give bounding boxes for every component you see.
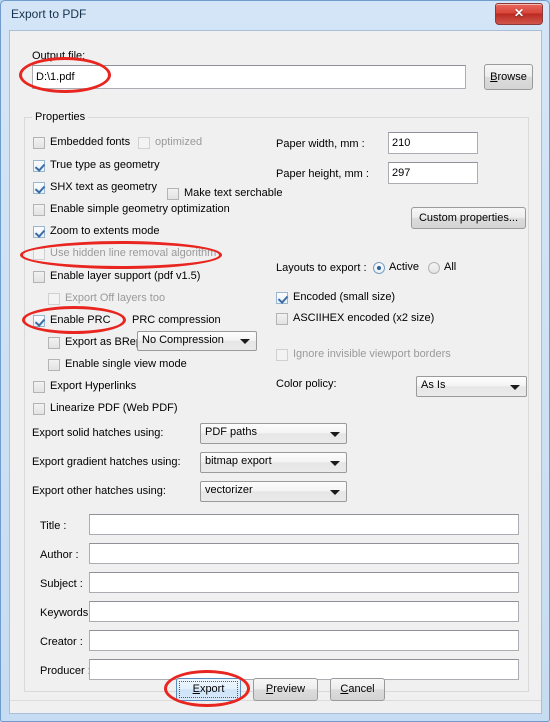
prc-compression-value: No Compression: [142, 334, 224, 346]
export-other-hatches-value: vectorizer: [205, 484, 253, 496]
checkbox-box: [276, 292, 288, 304]
checkbox-box: [33, 182, 45, 194]
chevron-down-icon: [330, 489, 340, 495]
checkbox-box: [33, 381, 45, 393]
output-file-label: Output file:: [32, 50, 86, 62]
dialog-client-area: Output file: Browse Properties Embedded …: [9, 30, 542, 714]
properties-group-title: Properties: [32, 111, 89, 123]
checkbox-label: Export Hyperlinks: [50, 380, 137, 392]
keywords-input[interactable]: [89, 601, 519, 622]
prc-compression-label: PRC compression: [132, 314, 221, 326]
focus-outline: [179, 681, 238, 698]
layouts-to-export-label: Layouts to export :: [276, 262, 367, 274]
export-to-pdf-dialog: Export to PDF ✕ Output file: Browse Prop…: [0, 0, 550, 722]
export-gradient-hatches-label: Export gradient hatches using:: [32, 456, 181, 468]
color-policy-value: As Is: [421, 379, 446, 391]
title-input[interactable]: [89, 514, 519, 535]
creator-label: Creator :: [40, 636, 83, 648]
checkbox-label: ASCIIHEX encoded (x2 size): [293, 312, 435, 324]
checkbox-label: Export Off layers too: [65, 292, 166, 304]
checkbox-label: Enable layer support (pdf v1.5): [50, 270, 201, 282]
window-title: Export to PDF: [11, 7, 87, 21]
checkbox-box: [167, 188, 179, 200]
radio-label: All: [444, 261, 457, 273]
checkbox-label: Enable single view mode: [65, 358, 187, 370]
checkbox-box: [33, 271, 45, 283]
checkbox-label: Embedded fonts: [50, 136, 131, 148]
author-input[interactable]: [89, 543, 519, 564]
export-solid-hatches-combo[interactable]: PDF paths: [200, 423, 347, 444]
checkbox-label: True type as geometry: [50, 159, 160, 171]
cancel-button-label: Cancel: [340, 683, 375, 695]
producer-label: Producer :: [40, 665, 91, 677]
chevron-down-icon: [330, 431, 340, 437]
checkbox-label: Zoom to extents mode: [50, 225, 160, 237]
paper-width-input[interactable]: [388, 132, 478, 154]
paper-height-input[interactable]: [388, 162, 478, 184]
export-gradient-hatches-combo[interactable]: bitmap export: [200, 452, 347, 473]
checkbox-box: [33, 137, 45, 149]
custom-properties-label: Custom properties...: [418, 212, 519, 224]
checkbox-label: Enable PRC: [50, 314, 111, 326]
export-other-hatches-combo[interactable]: vectorizer: [200, 481, 347, 502]
title-label: Title :: [40, 520, 67, 532]
export-solid-hatches-value: PDF paths: [205, 426, 257, 438]
preview-button-label: Preview: [265, 683, 306, 695]
subject-input[interactable]: [89, 572, 519, 593]
radio-dot: [428, 262, 440, 274]
close-x-icon: ✕: [513, 6, 525, 20]
keywords-label: Keywords :: [40, 607, 95, 619]
browse-button-label: Browse: [490, 71, 527, 83]
checkbox-box: [33, 403, 45, 415]
checkbox-box: [138, 137, 150, 149]
radio-label: Active: [389, 261, 419, 273]
checkbox-label: Make text serchable: [184, 187, 283, 199]
chevron-down-icon: [510, 384, 520, 390]
radio-dot: [373, 262, 385, 274]
export-button[interactable]: Export: [176, 678, 241, 701]
paper-height-label: Paper height, mm :: [276, 168, 369, 180]
checkbox-label: Ignore invisible viewport borders: [293, 348, 451, 360]
checkbox-label: SHX text as geometry: [50, 181, 157, 193]
checkbox-box: [276, 313, 288, 325]
paper-width-label: Paper width, mm :: [276, 138, 365, 150]
prc-compression-combo[interactable]: No Compression: [137, 331, 257, 351]
checkbox-box: [33, 248, 45, 260]
checkbox-box: [48, 293, 60, 305]
subject-label: Subject :: [40, 578, 83, 590]
chevron-down-icon: [330, 460, 340, 466]
checkbox-box: [33, 226, 45, 238]
checkbox-label: Encoded (small size): [293, 291, 396, 303]
cancel-button[interactable]: Cancel: [330, 678, 385, 701]
checkbox-label: Use hidden line removal algorithm: [50, 247, 217, 259]
checkbox-label: Export as BRep: [65, 336, 143, 348]
checkbox-box: [33, 204, 45, 216]
export-gradient-hatches-value: bitmap export: [205, 455, 272, 467]
checkbox-label: Enable simple geometry optimization: [50, 203, 230, 215]
checkbox-box: [33, 315, 45, 327]
creator-input[interactable]: [89, 630, 519, 651]
checkbox-box: [33, 160, 45, 172]
color-policy-combo[interactable]: As Is: [416, 376, 527, 397]
custom-properties-button[interactable]: Custom properties...: [411, 207, 526, 229]
output-file-input[interactable]: [32, 65, 466, 89]
checkbox-label: Linearize PDF (Web PDF): [50, 402, 178, 414]
close-button[interactable]: ✕: [495, 3, 543, 25]
checkbox-box: [48, 359, 60, 371]
checkbox-box: [48, 337, 60, 349]
title-bar: Export to PDF ✕: [1, 1, 549, 29]
export-solid-hatches-label: Export solid hatches using:: [32, 427, 164, 439]
producer-input[interactable]: [89, 659, 519, 680]
author-label: Author :: [40, 549, 79, 561]
browse-button[interactable]: Browse: [484, 64, 533, 90]
export-other-hatches-label: Export other hatches using:: [32, 485, 166, 497]
checkbox-box: [276, 349, 288, 361]
checkbox-label: optimized: [155, 136, 203, 148]
color-policy-label: Color policy:: [276, 378, 337, 390]
preview-button[interactable]: Preview: [253, 678, 318, 701]
chevron-down-icon: [240, 339, 250, 344]
